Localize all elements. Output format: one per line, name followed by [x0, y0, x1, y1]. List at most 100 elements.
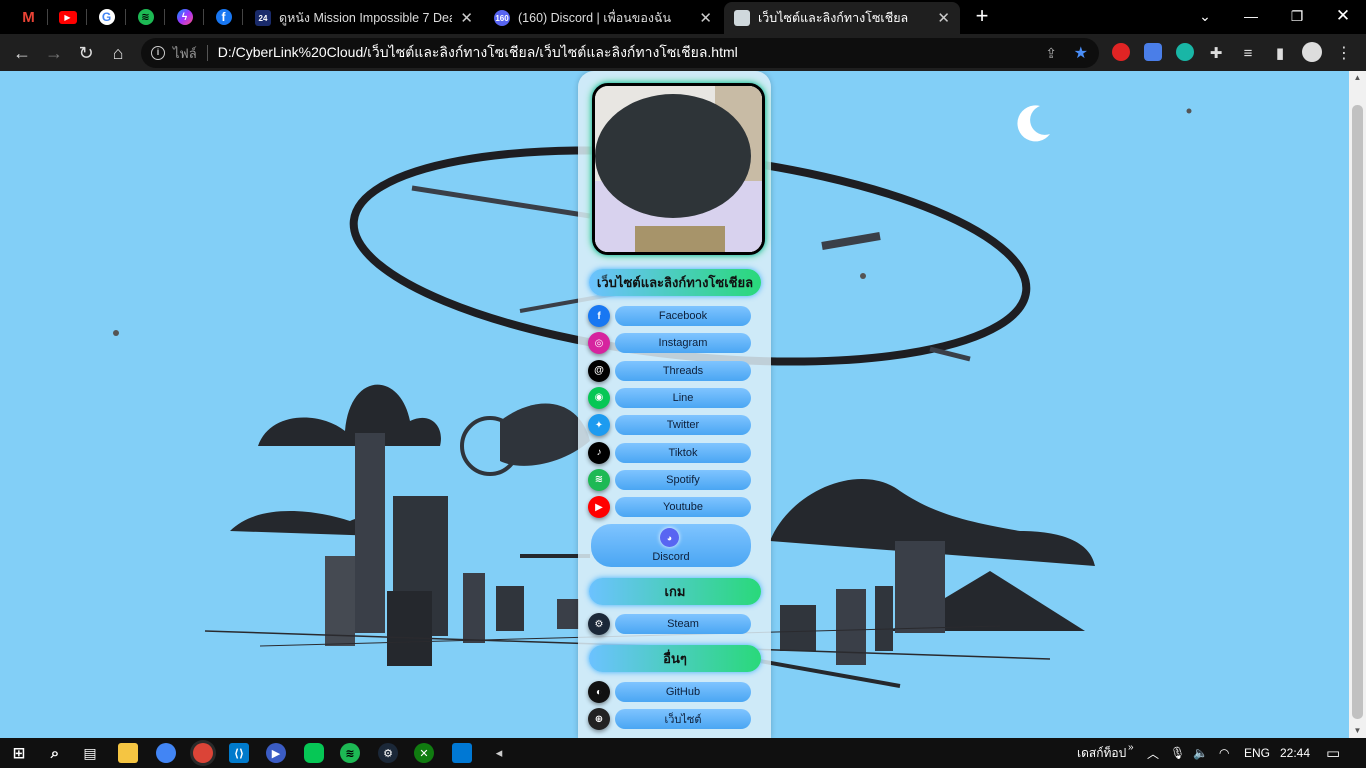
link-button[interactable]: Spotify — [615, 469, 751, 490]
globe-icon: ⊕ — [588, 708, 610, 730]
link-button[interactable]: เว็บไซต์ — [615, 709, 751, 729]
steam-app-icon[interactable]: ⚙ — [378, 743, 398, 763]
url-scheme-label: ไฟล์ — [173, 45, 197, 61]
link-row-line[interactable]: ◉ Line — [588, 386, 752, 409]
link-button[interactable]: Youtube — [615, 497, 751, 518]
close-window-button[interactable]: ✕ — [1320, 0, 1366, 32]
close-tab-icon[interactable]: ✕ — [460, 9, 473, 27]
pinned-tab-youtube[interactable]: ▶ — [48, 0, 87, 34]
other-section-heading: อื่นๆ — [589, 645, 761, 672]
link-row-threads[interactable]: @ Threads — [588, 359, 752, 382]
forward-button[interactable]: → — [41, 40, 67, 66]
translate-extension-icon[interactable] — [1144, 43, 1162, 61]
instagram-icon: ◎ — [588, 332, 610, 355]
tab-social-links[interactable]: เว็บไซต์และลิงก์ทางโซเชียล ✕ — [724, 2, 960, 34]
desktop-toolbar-label[interactable]: เดสก์ท็อป — [1077, 738, 1126, 768]
store-icon[interactable] — [452, 743, 472, 763]
xbox-icon[interactable]: ✕ — [414, 743, 434, 763]
browser-toolbar: ← → ↻ ⌂ i ไฟล์ D:/CyberLink%20Cloud/เว็บ… — [0, 34, 1366, 71]
link-row-github[interactable]: ◐ GitHub — [588, 681, 752, 703]
tab-discord[interactable]: 160 (160) Discord | เพื่อนของฉัน ✕ — [484, 2, 722, 34]
microphone-icon[interactable]: 🎙 — [1170, 738, 1185, 768]
site-info-icon[interactable]: i — [151, 46, 165, 60]
link-row-twitter[interactable]: ✦ Twitter — [588, 414, 752, 437]
speaker-app-icon[interactable]: ◂ — [489, 743, 509, 763]
home-button[interactable]: ⌂ — [105, 40, 131, 66]
volume-icon[interactable]: 🔈 — [1193, 738, 1208, 768]
notification-icon[interactable]: ▭ — [1326, 738, 1340, 768]
pinned-tab-spotify[interactable]: ≋ — [126, 0, 165, 34]
toolbar-expand-icon[interactable]: » — [1128, 732, 1134, 762]
link-button[interactable]: Threads — [615, 360, 751, 381]
side-panel-icon[interactable]: ▮ — [1267, 40, 1293, 66]
code-extension-icon[interactable] — [1176, 43, 1194, 61]
link-row-instagram[interactable]: ◎ Instagram — [588, 332, 752, 355]
menu-kebab-icon[interactable]: ⋮ — [1331, 40, 1357, 66]
vertical-scrollbar[interactable]: ▲ ▼ — [1349, 71, 1366, 738]
wifi-icon[interactable]: ◠ — [1219, 738, 1229, 768]
link-button[interactable]: Twitter — [615, 415, 751, 436]
tab-movie[interactable]: 24 ดูหนัง Mission Impossible 7 Dead ✕ — [245, 2, 483, 34]
vscode-icon[interactable]: ⟨⟩ — [229, 743, 249, 763]
link-button[interactable]: Instagram — [615, 333, 751, 354]
chrome-icon[interactable] — [193, 743, 213, 763]
minimize-button[interactable]: — — [1228, 0, 1274, 32]
chrome-canary-icon[interactable] — [156, 743, 176, 763]
spotify-icon: ≋ — [137, 9, 154, 25]
close-tab-icon[interactable]: ✕ — [699, 9, 712, 27]
search-icon[interactable]: ⌕ — [45, 743, 65, 763]
extensions-puzzle-icon[interactable]: ✚ — [1203, 40, 1229, 66]
google-icon: G — [98, 9, 115, 25]
show-hidden-icons-chevron-icon[interactable]: ︿ — [1147, 738, 1159, 768]
spotify-app-icon[interactable]: ≋ — [340, 743, 360, 763]
link-button[interactable]: Facebook — [615, 306, 751, 326]
gmail-icon: M — [22, 8, 35, 26]
link-row-เว็บไซต์[interactable]: ⊕ เว็บไซต์ — [588, 708, 752, 730]
messenger-icon: ϟ — [176, 9, 193, 25]
media-player-icon[interactable]: ▶ — [266, 743, 286, 763]
discord-label: Discord — [652, 551, 690, 563]
pinned-tab-google[interactable]: G — [87, 0, 126, 34]
url-text[interactable]: D:/CyberLink%20Cloud/เว็บไซต์และลิงก์ทาง… — [218, 42, 738, 64]
link-button[interactable]: GitHub — [615, 682, 751, 702]
address-bar[interactable]: i ไฟล์ D:/CyberLink%20Cloud/เว็บไซต์และล… — [141, 38, 1099, 68]
facebook-icon: f — [215, 9, 232, 25]
task-view-icon[interactable]: ▤ — [80, 743, 100, 763]
adblock-extension-icon[interactable] — [1112, 43, 1130, 61]
pinned-tab-facebook[interactable]: f — [204, 0, 243, 34]
profile-avatar[interactable] — [1302, 42, 1322, 62]
language-indicator[interactable]: ENG — [1244, 738, 1270, 768]
discord-button[interactable]: ◕ Discord — [591, 524, 751, 567]
link-row-tiktok[interactable]: ♪ Tiktok — [588, 441, 752, 464]
tab-search-button[interactable]: ⌄ — [1182, 0, 1228, 32]
scroll-down-icon[interactable]: ▼ — [1349, 724, 1366, 738]
link-row-youtube[interactable]: ▶ Youtube — [588, 496, 752, 519]
media-control-icon[interactable]: ≡ — [1235, 40, 1261, 66]
windows-taskbar: ⊞ ⌕ ▤ ⟨⟩ ▶ ≋ ⚙ ✕ ◂ เดสก์ท็อป » ︿ 🎙 🔈 ◠ E… — [0, 738, 1366, 768]
scroll-up-icon[interactable]: ▲ — [1349, 71, 1366, 85]
link-row-facebook[interactable]: f Facebook — [588, 305, 752, 327]
link-button[interactable]: Line — [615, 387, 751, 408]
scrollbar-thumb[interactable] — [1352, 105, 1363, 719]
share-icon[interactable]: ⇪ — [1045, 45, 1057, 62]
social-section-heading: เว็บไซต์และลิงก์ทางโซเชียล — [589, 269, 761, 296]
start-windows-icon[interactable]: ⊞ — [9, 743, 29, 763]
reload-button[interactable]: ↻ — [73, 40, 99, 66]
new-tab-button[interactable]: + — [970, 5, 994, 29]
link-button[interactable]: Steam — [615, 614, 751, 634]
link-button[interactable]: Tiktok — [615, 442, 751, 463]
pinned-tab-messenger[interactable]: ϟ — [165, 0, 204, 34]
restore-button[interactable]: ❐ — [1274, 0, 1320, 32]
steam-icon: ⚙ — [588, 613, 610, 635]
bookmark-star-icon[interactable]: ★ — [1074, 43, 1088, 63]
file-explorer-icon[interactable] — [118, 743, 138, 763]
discord-icon: ◕ — [660, 528, 679, 547]
close-tab-icon[interactable]: ✕ — [937, 9, 950, 27]
line-app-icon[interactable] — [304, 743, 324, 763]
youtube-icon: ▶ — [588, 496, 610, 519]
link-row-steam[interactable]: ⚙ Steam — [588, 613, 752, 635]
clock[interactable]: 22:44 — [1280, 738, 1310, 768]
pinned-tab-gmail[interactable]: M — [9, 0, 48, 34]
back-button[interactable]: ← — [9, 40, 35, 66]
link-row-spotify[interactable]: ≋ Spotify — [588, 468, 752, 491]
